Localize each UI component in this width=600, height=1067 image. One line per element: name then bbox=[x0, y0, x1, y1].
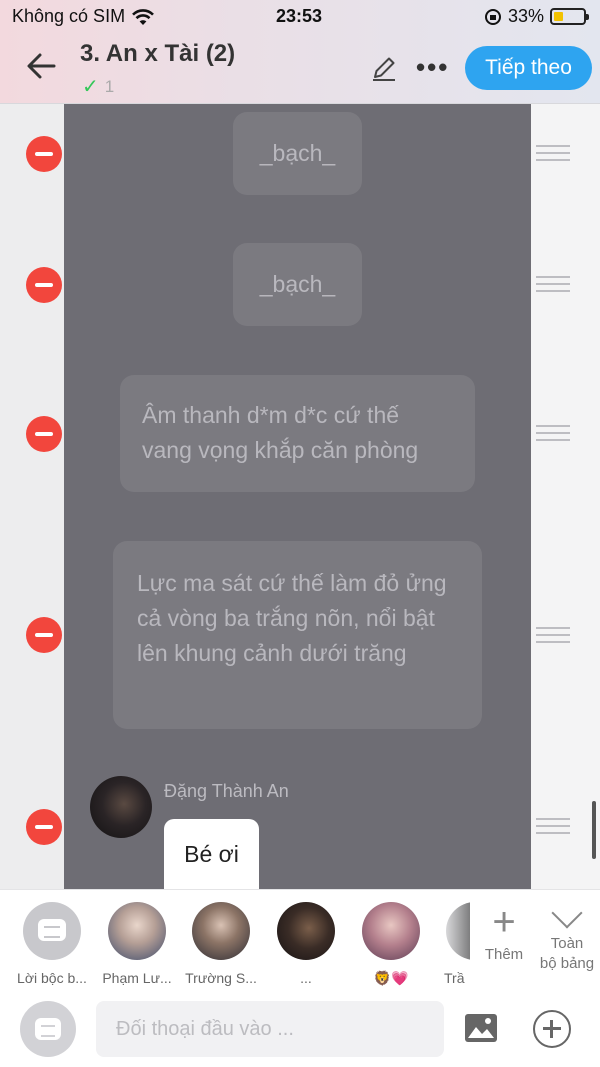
top-bar: Không có SIM 23:53 33% 3. An x Tài (2) ✓… bbox=[0, 0, 600, 104]
all-label-line1: Toàn bbox=[550, 935, 584, 952]
character-name: Trầ bbox=[444, 970, 465, 986]
character-name: 🦁💗 bbox=[373, 970, 409, 986]
avatar bbox=[108, 902, 166, 960]
drag-handle-icon[interactable] bbox=[536, 276, 570, 294]
drag-handle-icon[interactable] bbox=[536, 145, 570, 163]
character-name: Trường S... bbox=[185, 970, 257, 986]
delete-message-button[interactable] bbox=[26, 136, 62, 172]
character-name: ... bbox=[300, 970, 312, 986]
message-text: Lực ma sát cứ thế làm đỏ ửng cả vòng ba … bbox=[137, 570, 447, 666]
narration-icon bbox=[23, 902, 81, 960]
avatar bbox=[362, 902, 420, 960]
chevron-down-icon bbox=[551, 897, 583, 929]
back-arrow-icon[interactable] bbox=[24, 48, 60, 84]
message-text: _bạch_ bbox=[259, 271, 336, 297]
chat-editor[interactable]: _bạch_ _bạch_ Âm thanh d*m d*c cứ thế va… bbox=[0, 104, 600, 889]
subtitle-text: 1 bbox=[104, 76, 115, 96]
speaker-name: Đặng Thành An bbox=[164, 781, 289, 801]
delete-message-button[interactable] bbox=[26, 617, 62, 653]
chat-panel bbox=[64, 104, 531, 889]
orientation-lock-icon bbox=[484, 8, 501, 25]
status-right: 33% bbox=[484, 6, 589, 27]
message-bubble[interactable]: _bạch_ bbox=[233, 243, 362, 326]
page-title: 3. An x Tài (2) bbox=[80, 40, 236, 67]
character-item[interactable]: 🦁💗 bbox=[353, 902, 429, 987]
delete-message-button[interactable] bbox=[26, 416, 62, 452]
drag-handle-icon[interactable] bbox=[536, 818, 570, 836]
character-bar: Lời bộc b... Phạm Lư... Trường S... ... … bbox=[0, 889, 600, 989]
all-label-line2: bộ bảng bbox=[539, 955, 595, 972]
avatar bbox=[446, 902, 470, 960]
narration-toggle-button[interactable] bbox=[20, 1001, 76, 1057]
image-icon[interactable] bbox=[464, 1013, 498, 1043]
message-bubble[interactable]: Âm thanh d*m d*c cứ thế vang vọng khắp c… bbox=[120, 375, 475, 492]
character-item[interactable]: Trầ bbox=[434, 902, 470, 986]
all-characters-button[interactable]: Toàn bộ bảng bbox=[534, 897, 600, 974]
edit-pencil-icon[interactable] bbox=[370, 54, 398, 82]
reorder-column bbox=[531, 104, 600, 889]
status-bar: Không có SIM 23:53 33% bbox=[12, 6, 589, 28]
avatar bbox=[192, 902, 250, 960]
character-item[interactable]: Trường S... bbox=[183, 902, 259, 986]
character-item[interactable]: ... bbox=[268, 902, 344, 986]
drag-handle-icon[interactable] bbox=[536, 425, 570, 443]
scrollbar[interactable] bbox=[592, 801, 596, 859]
check-icon: ✓ bbox=[82, 76, 99, 98]
message-text: Âm thanh d*m d*c cứ thế vang vọng khắp c… bbox=[142, 402, 419, 463]
save-status: ✓ 1 bbox=[82, 74, 114, 99]
character-name: Phạm Lư... bbox=[102, 970, 172, 986]
character-item[interactable]: Phạm Lư... bbox=[99, 902, 175, 986]
message-text: _bạch_ bbox=[259, 140, 336, 166]
battery-percent: 33% bbox=[507, 6, 544, 26]
avatar bbox=[277, 902, 335, 960]
next-button[interactable]: Tiếp theo bbox=[465, 46, 592, 90]
add-label: Thêm bbox=[484, 946, 524, 963]
plus-icon: + bbox=[492, 900, 516, 944]
character-name: Lời bộc b... bbox=[17, 970, 87, 986]
avatar bbox=[90, 776, 152, 838]
delete-message-button[interactable] bbox=[26, 809, 62, 845]
dialogue-input[interactable] bbox=[96, 1001, 444, 1057]
drag-handle-icon[interactable] bbox=[536, 627, 570, 645]
more-options-icon[interactable]: ••• bbox=[416, 52, 449, 83]
message-bubble[interactable]: _bạch_ bbox=[233, 112, 362, 195]
add-character-button[interactable]: + Thêm bbox=[478, 900, 530, 963]
character-narrator[interactable]: Lời bộc b... bbox=[14, 902, 90, 986]
delete-message-button[interactable] bbox=[26, 267, 62, 303]
add-content-button[interactable] bbox=[533, 1010, 571, 1048]
input-bar bbox=[0, 989, 600, 1067]
battery-icon bbox=[550, 8, 589, 25]
message-text: Bé ơi bbox=[184, 841, 239, 867]
message-bubble[interactable]: Lực ma sát cứ thế làm đỏ ửng cả vòng ba … bbox=[113, 541, 482, 729]
message-bubble[interactable]: Bé ơi bbox=[164, 819, 259, 889]
